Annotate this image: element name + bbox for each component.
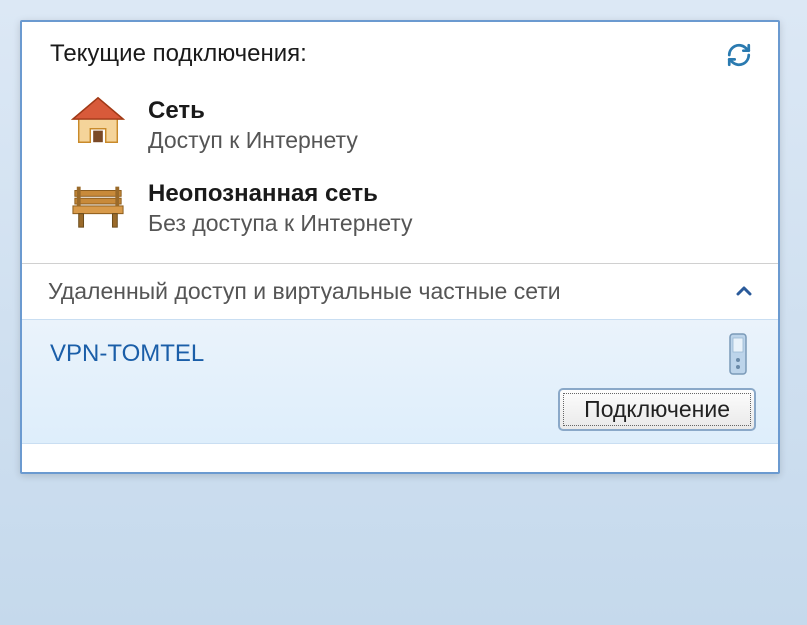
modem-icon [720, 330, 756, 378]
vpn-section-title: Удаленный доступ и виртуальные частные с… [48, 278, 561, 305]
connect-button-row: Подключение [50, 378, 756, 431]
house-icon [66, 93, 130, 149]
connection-item[interactable]: Неопознанная сеть Без доступа к Интернет… [22, 170, 778, 253]
bottom-space [22, 444, 778, 472]
vpn-connection-name: VPN-TOMTEL [50, 340, 204, 368]
connection-name: Сеть [148, 95, 358, 126]
bench-icon [66, 176, 130, 232]
connection-text: Сеть Доступ к Интернету [148, 93, 358, 156]
connection-status: Доступ к Интернету [148, 126, 358, 156]
connection-name: Неопознанная сеть [148, 178, 413, 209]
refresh-icon[interactable] [724, 40, 754, 77]
connection-status: Без доступа к Интернету [148, 209, 413, 239]
vpn-row: VPN-TOMTEL [50, 330, 756, 378]
vpn-section-header[interactable]: Удаленный доступ и виртуальные частные с… [22, 264, 778, 319]
network-flyout: Текущие подключения: Сеть Доступ к Интер… [20, 20, 780, 474]
connect-button[interactable]: Подключение [558, 388, 756, 431]
vpn-connection-item[interactable]: VPN-TOMTEL Подключение [22, 319, 778, 444]
connection-item[interactable]: Сеть Доступ к Интернету [22, 87, 778, 170]
connection-text: Неопознанная сеть Без доступа к Интернет… [148, 176, 413, 239]
chevron-up-icon [736, 281, 752, 302]
current-connections-title: Текущие подключения: [50, 40, 307, 68]
flyout-header: Текущие подключения: [22, 22, 778, 87]
